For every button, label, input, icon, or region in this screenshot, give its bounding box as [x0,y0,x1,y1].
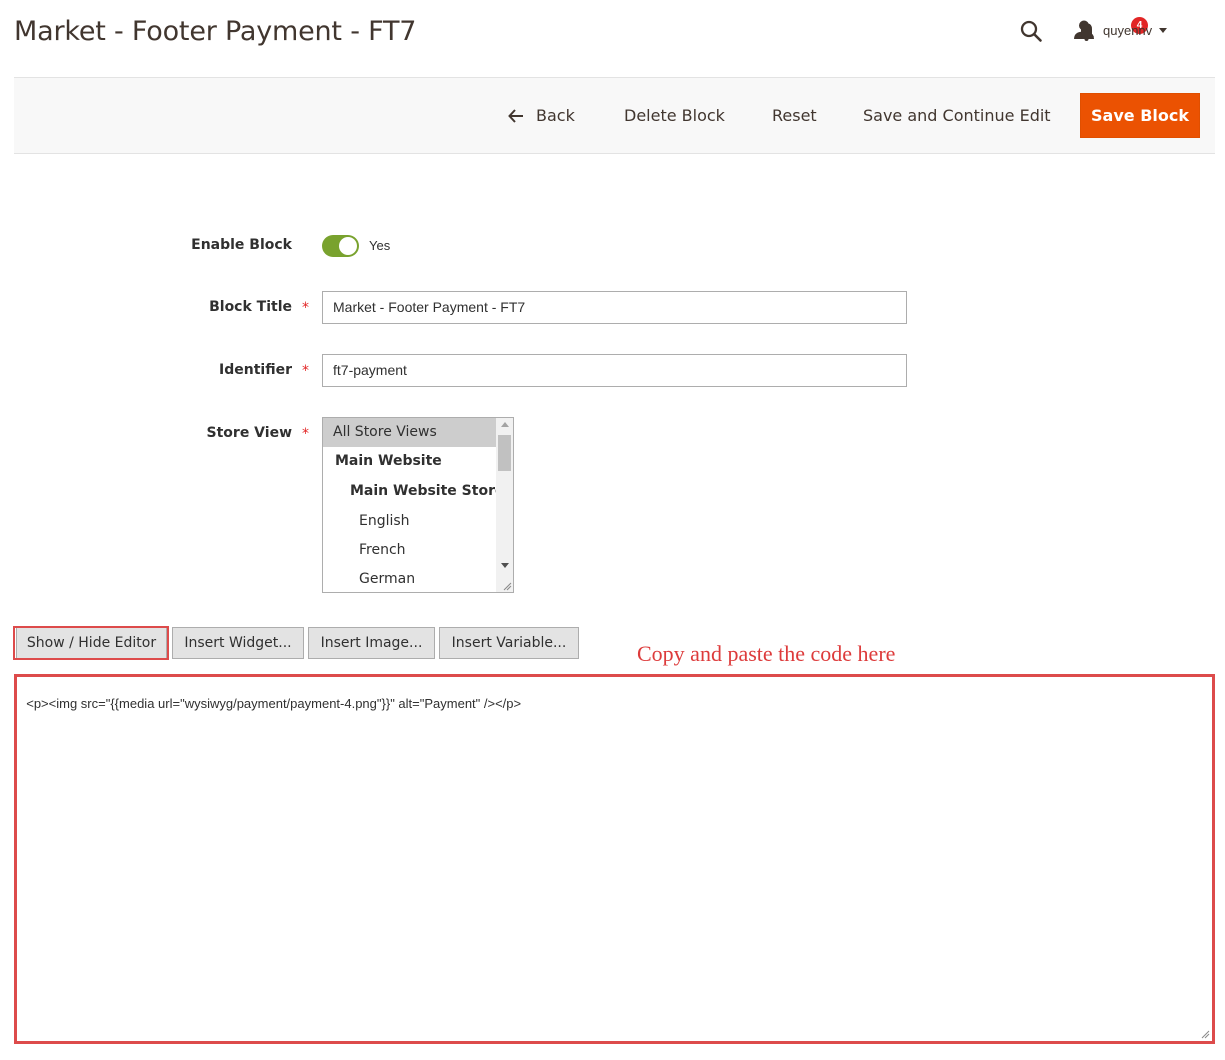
toggle-knob [339,237,357,255]
enable-block-toggle[interactable] [322,235,359,257]
store-view-multiselect[interactable]: All Store Views Main Website Main Websit… [322,417,514,593]
content-code: <p><img src="{{media url="wysiwyg/paymen… [26,696,522,711]
chevron-down-icon [1159,27,1168,33]
header-actions: 4 quyennv [965,0,1225,60]
annotation-text: Copy and paste the code here [637,641,896,666]
search-icon[interactable] [1019,19,1043,43]
store-view-scrollbar[interactable] [496,418,513,592]
required-indicator: * [302,363,309,379]
identifier-input[interactable]: ft7-payment [322,354,907,387]
store-option-french[interactable]: French [323,536,496,565]
required-indicator: * [302,426,309,442]
insert-image-button[interactable]: Insert Image... [308,627,435,659]
store-view-label: Store View [206,425,292,441]
store-option-all[interactable]: All Store Views [323,418,496,447]
user-icon [1074,20,1094,39]
store-option-store: Main Website Store [350,483,505,499]
arrow-left-icon [508,108,523,123]
insert-widget-button[interactable]: Insert Widget... [172,627,304,659]
page-title: Market - Footer Payment - FT7 [14,16,417,47]
insert-variable-button[interactable]: Insert Variable... [439,627,579,659]
back-label: Back [536,106,575,125]
user-menu[interactable]: quyennv [1073,19,1168,41]
content-textarea[interactable]: <p><img src="{{media url="wysiwyg/paymen… [14,674,1215,1044]
resize-grip-icon[interactable] [1200,1029,1210,1039]
page-actions-toolbar: Back Delete Block Reset Save and Continu… [14,77,1215,154]
enable-block-label: Enable Block [191,237,292,253]
save-block-button[interactable]: Save Block [1080,93,1200,138]
scroll-thumb[interactable] [498,435,511,471]
required-indicator: * [302,300,309,316]
store-option-website: Main Website [335,453,442,469]
username: quyennv [1103,22,1153,38]
enable-block-value: Yes [369,238,391,253]
save-and-continue-button[interactable]: Save and Continue Edit [863,78,1051,153]
block-title-input[interactable]: Market - Footer Payment - FT7 [322,291,907,324]
reset-button[interactable]: Reset [772,78,817,153]
resize-grip-icon[interactable] [502,581,512,591]
store-option-english[interactable]: English [323,507,496,536]
show-hide-editor-button[interactable]: Show / Hide Editor [16,627,167,659]
delete-block-button[interactable]: Delete Block [624,78,725,153]
back-button[interactable]: Back [508,78,575,153]
block-title-label: Block Title [209,299,292,315]
scroll-down-icon[interactable] [501,563,509,568]
identifier-label: Identifier [219,362,292,378]
scroll-up-icon[interactable] [501,422,509,427]
store-option-german[interactable]: German [323,565,496,592]
